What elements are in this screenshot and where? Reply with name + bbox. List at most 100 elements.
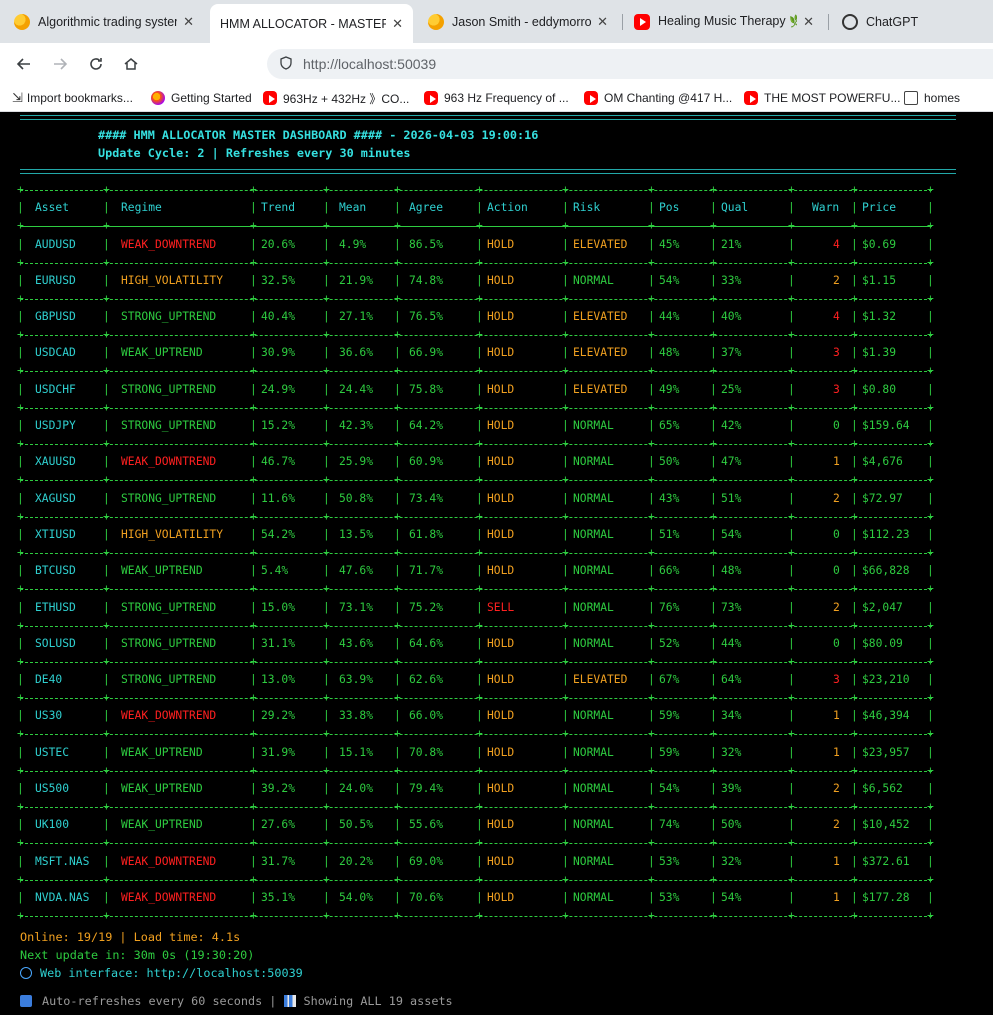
border-corner: + bbox=[788, 800, 795, 813]
column-pipe: | bbox=[17, 745, 24, 759]
bookmark-963hz-432hz[interactable]: 963Hz + 432Hz 》CO... bbox=[263, 89, 409, 107]
cell-trend: 5.4% bbox=[261, 564, 289, 578]
bookmark-import[interactable]: ⇲ Import bookmarks... bbox=[12, 89, 133, 107]
border-corner: + bbox=[250, 800, 257, 813]
tab-separator bbox=[828, 14, 829, 30]
column-pipe: | bbox=[710, 636, 717, 650]
column-pipe: | bbox=[927, 854, 934, 868]
cell-price: $1.15 bbox=[862, 273, 897, 287]
column-pipe: | bbox=[648, 491, 655, 505]
bookmark-folder-homes[interactable]: homes bbox=[904, 89, 960, 107]
column-pipe: | bbox=[648, 419, 655, 432]
close-icon[interactable]: ✕ bbox=[803, 14, 814, 30]
border-corner: + bbox=[851, 509, 858, 523]
border-corner: + bbox=[250, 183, 257, 196]
column-pipe: | bbox=[927, 201, 934, 214]
table-border: + + + + + + + + + + + + bbox=[17, 545, 934, 561]
bookmark-label: OM Chanting @417 H... bbox=[604, 91, 733, 105]
cell-agree: 62.6% bbox=[409, 673, 444, 687]
column-pipe: | bbox=[103, 527, 110, 541]
border-corner: + bbox=[788, 509, 795, 523]
bookmark-most-powerful[interactable]: THE MOST POWERFU... bbox=[744, 89, 900, 107]
cell-risk: NORMAL bbox=[573, 782, 614, 795]
table-row[interactable]: | | | | | | | | | | | | UK100 WEAK_UPTREND 27.6% 50.5% 5… bbox=[17, 817, 934, 833]
bookmark-963hz-frequency[interactable]: 963 Hz Frequency of ... bbox=[424, 89, 569, 107]
cell-trend: 15.2% bbox=[261, 419, 296, 432]
border-corner: + bbox=[851, 763, 858, 777]
table-row[interactable]: | | | | | | | | | | | | ETHUSD STRONG_UPTREND 15.0% 73.… bbox=[17, 600, 934, 616]
table-row[interactable]: | | | | | | | | | | | | USTEC WEAK_UPTREND 31.9% 15.1% 7… bbox=[17, 745, 934, 761]
column-pipe: | bbox=[851, 346, 858, 360]
column-pipe: | bbox=[394, 491, 401, 505]
border-corner: + bbox=[562, 836, 569, 850]
column-pipe: | bbox=[323, 636, 330, 650]
column-pipe: | bbox=[710, 600, 717, 614]
border-corner: + bbox=[394, 400, 401, 414]
cell-mean: 25.9% bbox=[339, 455, 374, 469]
address-bar[interactable]: http://localhost:50039 bbox=[267, 49, 993, 79]
close-icon[interactable]: ✕ bbox=[597, 14, 608, 30]
update-cycle-line: Update Cycle: 2 | Refreshes every 30 min… bbox=[98, 146, 411, 160]
youtube-icon bbox=[634, 13, 650, 30]
column-pipe: | bbox=[323, 890, 330, 904]
auto-refresh-line: Auto-refreshes every 60 seconds | Showin… bbox=[20, 992, 453, 1010]
border-corner: + bbox=[103, 654, 110, 668]
border-corner: + bbox=[788, 763, 795, 777]
tab-jason-smith[interactable]: Jason Smith - eddymorrow - ✕ bbox=[418, 6, 618, 37]
border-corner: + bbox=[394, 872, 401, 886]
cell-agree: 55.6% bbox=[409, 818, 444, 832]
header-agree: Agree bbox=[409, 201, 444, 214]
table-row[interactable]: | | | | | | | | | | | | NVDA.NAS WEAK_DOWNTREND 35.1% 5… bbox=[17, 890, 934, 906]
table-row[interactable]: | | | | | | | | | | | | MSFT.NAS WEAK_DOWNTREND 31.7% 2… bbox=[17, 854, 934, 870]
table-row[interactable]: | | | | | | | | | | | | USDJPY STRONG_UPTREND 15.2% 42.… bbox=[17, 418, 934, 434]
bookmark-om-chanting[interactable]: OM Chanting @417 H... bbox=[584, 89, 732, 107]
tab-chatgpt[interactable]: ChatGPT bbox=[832, 6, 992, 37]
table-row[interactable]: | | | | | | | | | | | | USDCHF STRONG_UPTREND 24.9% 24.… bbox=[17, 382, 934, 398]
cell-pos: 76% bbox=[659, 600, 680, 614]
reload-button[interactable] bbox=[83, 51, 109, 77]
column-pipe: | bbox=[562, 273, 569, 287]
header-qual: Qual bbox=[721, 201, 749, 214]
table-row[interactable]: | | | | | | | | | | | | GBPUSD STRONG_UPTREND 40.4% 27.… bbox=[17, 309, 934, 325]
cell-asset: USTEC bbox=[35, 745, 70, 759]
border-corner: + bbox=[851, 328, 858, 342]
border-corner: + bbox=[851, 872, 858, 886]
table-row[interactable]: | | | | | | | | | | | | XAGUSD STRONG_UPTREND 11.6% 50.… bbox=[17, 491, 934, 507]
table-row[interactable]: | | | | | | | | | | | | DE40 STRONG_UPTREND 13.0% 63.9%… bbox=[17, 672, 934, 688]
site-info-icon[interactable] bbox=[279, 55, 293, 73]
table-row[interactable]: | | | | | | | | | | | | XTIUSD HIGH_VOLATILITY 54.2% 13… bbox=[17, 527, 934, 543]
tab-hmm-allocator[interactable]: HMM ALLOCATOR - MASTER DA ✕ bbox=[210, 4, 413, 43]
column-pipe: | bbox=[851, 600, 858, 614]
table-row[interactable]: | | | | | | | | | | | | EURUSD HIGH_VOLATILITY 32.5% 21… bbox=[17, 273, 934, 289]
close-icon[interactable]: ✕ bbox=[392, 16, 403, 32]
table-row[interactable]: | | | | | | | | | | | | AUDUSD WEAK_DOWNTREND 20.6% 4.9… bbox=[17, 237, 934, 253]
back-button[interactable] bbox=[11, 51, 37, 77]
column-pipe: | bbox=[648, 709, 655, 723]
tab-algorithmic-trading[interactable]: Algorithmic trading systems ✕ bbox=[4, 6, 204, 37]
table-row[interactable]: | | | | | | | | | | | | US500 WEAK_UPTREND 39.2% 24.0% 7… bbox=[17, 781, 934, 797]
cell-regime: WEAK_UPTREND bbox=[121, 564, 203, 578]
home-button[interactable] bbox=[118, 51, 144, 77]
table-row[interactable]: | | | | | | | | | | | | USDCAD WEAK_UPTREND 30.9% 36.6%… bbox=[17, 345, 934, 361]
column-pipe: | bbox=[648, 564, 655, 578]
close-icon[interactable]: ✕ bbox=[183, 14, 194, 30]
cell-qual: 50% bbox=[721, 818, 742, 832]
column-pipe: | bbox=[323, 782, 330, 795]
forward-button[interactable] bbox=[47, 51, 73, 77]
border-corner: + bbox=[103, 509, 110, 523]
tab-healing-music[interactable]: Healing Music Therapy 🌿 R ✕ bbox=[624, 6, 824, 37]
cell-mean: 43.6% bbox=[339, 636, 374, 650]
table-row[interactable]: | | | | | | | | | | | | XAUUSD WEAK_DOWNTREND 46.7% 25.… bbox=[17, 454, 934, 470]
column-pipe: | bbox=[394, 273, 401, 287]
table-row[interactable]: | | | | | | | | | | | | BTCUSD WEAK_UPTREND 5.4% 47.6% 7… bbox=[17, 563, 934, 579]
border-corner: + bbox=[710, 872, 717, 886]
column-pipe: | bbox=[851, 201, 858, 214]
column-pipe: | bbox=[851, 527, 858, 541]
column-pipe: | bbox=[648, 201, 655, 214]
border-corner: + bbox=[648, 691, 655, 705]
cell-agree: 60.9% bbox=[409, 455, 444, 469]
bookmark-getting-started[interactable]: Getting Started bbox=[151, 89, 252, 107]
table-row[interactable]: | | | | | | | | | | | | SOLUSD STRONG_UPTREND 31.1% 43.… bbox=[17, 636, 934, 652]
border-corner: + bbox=[250, 727, 257, 741]
table-row[interactable]: | | | | | | | | | | | | US30 WEAK_DOWNTREND 29.2% 33.8%… bbox=[17, 708, 934, 724]
